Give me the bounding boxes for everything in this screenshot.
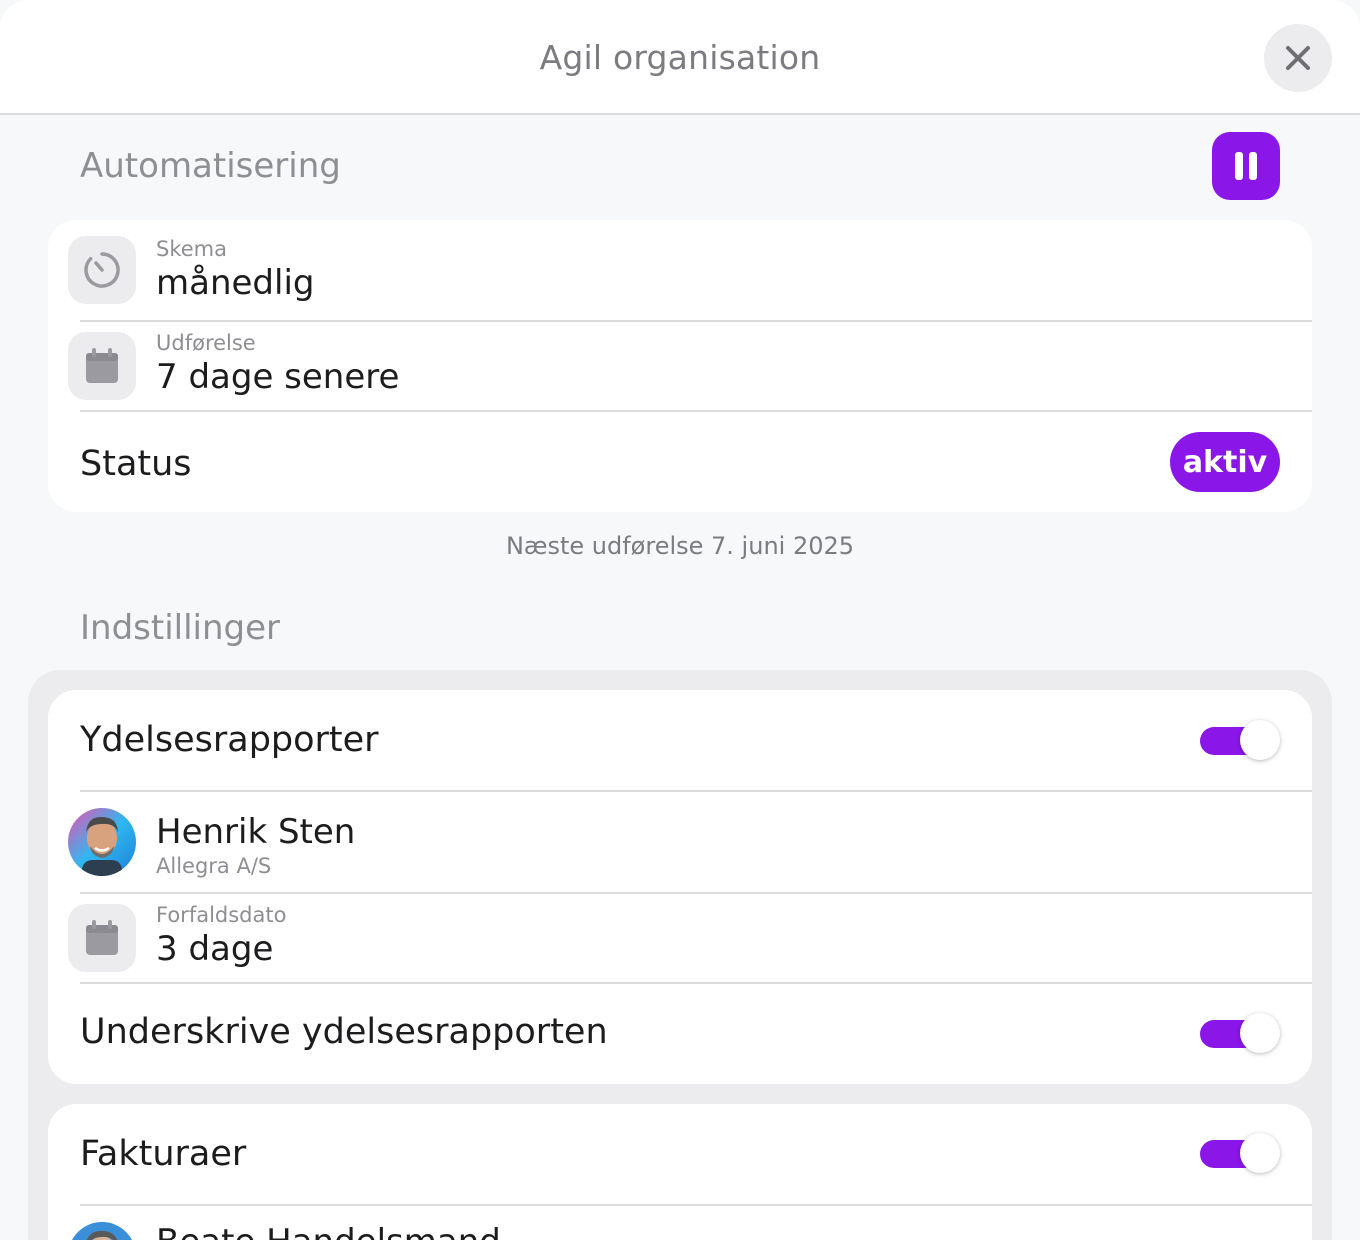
schedule-label: Skema: [156, 237, 227, 261]
close-icon: [1286, 46, 1310, 70]
invoices-row: Fakturaer: [48, 1104, 1312, 1204]
person-org: Allegra A/S: [156, 854, 272, 878]
schedule-value: månedlig: [156, 263, 315, 303]
performance-reports-row: Ydelsesrapporter: [48, 690, 1312, 790]
calendar-icon-box: [68, 332, 136, 400]
settings-section-title: Indstillinger: [80, 608, 281, 648]
pause-icon: [1235, 152, 1243, 180]
dialog-header: Agil organisation: [0, 0, 1360, 115]
performance-reports-card: Ydelsesrapporter Henrik Sten Allegra A/S…: [48, 690, 1312, 1084]
performance-reports-toggle[interactable]: [1200, 719, 1282, 763]
divider: [80, 410, 1312, 412]
calendar-icon: [86, 920, 118, 955]
dialog-title: Agil organisation: [539, 38, 821, 77]
sign-report-row: Underskrive ydelsesrapporten: [48, 984, 1312, 1084]
invoices-title: Fakturaer: [80, 1134, 247, 1174]
invoices-toggle[interactable]: [1200, 1132, 1282, 1176]
avatar: [68, 808, 136, 876]
invoice-person-row[interactable]: Beate Handelsmand: [48, 1206, 1312, 1240]
timer-icon-box: [68, 236, 136, 304]
execution-row[interactable]: Udførelse 7 dage senere: [48, 322, 1312, 410]
calendar-icon: [86, 348, 118, 383]
person-name: Henrik Sten: [156, 812, 356, 852]
automation-section-title: Automatisering: [80, 146, 341, 186]
status-label: Status: [80, 444, 192, 484]
timer-icon: [84, 252, 120, 288]
close-button[interactable]: [1264, 24, 1332, 92]
automation-card: Skema månedlig Udførelse 7 dage senere S…: [48, 220, 1312, 512]
sign-report-toggle[interactable]: [1200, 1012, 1282, 1056]
status-row: Status aktiv: [48, 420, 1312, 508]
pause-button[interactable]: [1212, 132, 1280, 200]
invoices-card: Fakturaer Beate Handelsmand: [48, 1104, 1312, 1240]
status-badge[interactable]: aktiv: [1170, 432, 1280, 492]
execution-label: Udførelse: [156, 331, 256, 355]
execution-value: 7 dage senere: [156, 357, 400, 397]
next-run-text: Næste udførelse 7. juni 2025: [505, 532, 855, 560]
person-row[interactable]: Henrik Sten Allegra A/S: [48, 792, 1312, 892]
sign-report-label: Underskrive ydelsesrapporten: [80, 1012, 608, 1052]
performance-reports-title: Ydelsesrapporter: [80, 720, 379, 760]
due-date-label: Forfaldsdato: [156, 903, 287, 927]
person-name: Beate Handelsmand: [156, 1222, 501, 1240]
avatar: [68, 1222, 136, 1240]
schedule-row[interactable]: Skema månedlig: [48, 220, 1312, 320]
calendar-icon-box: [68, 904, 136, 972]
due-date-row[interactable]: Forfaldsdato 3 dage: [48, 894, 1312, 982]
due-date-value: 3 dage: [156, 929, 274, 969]
